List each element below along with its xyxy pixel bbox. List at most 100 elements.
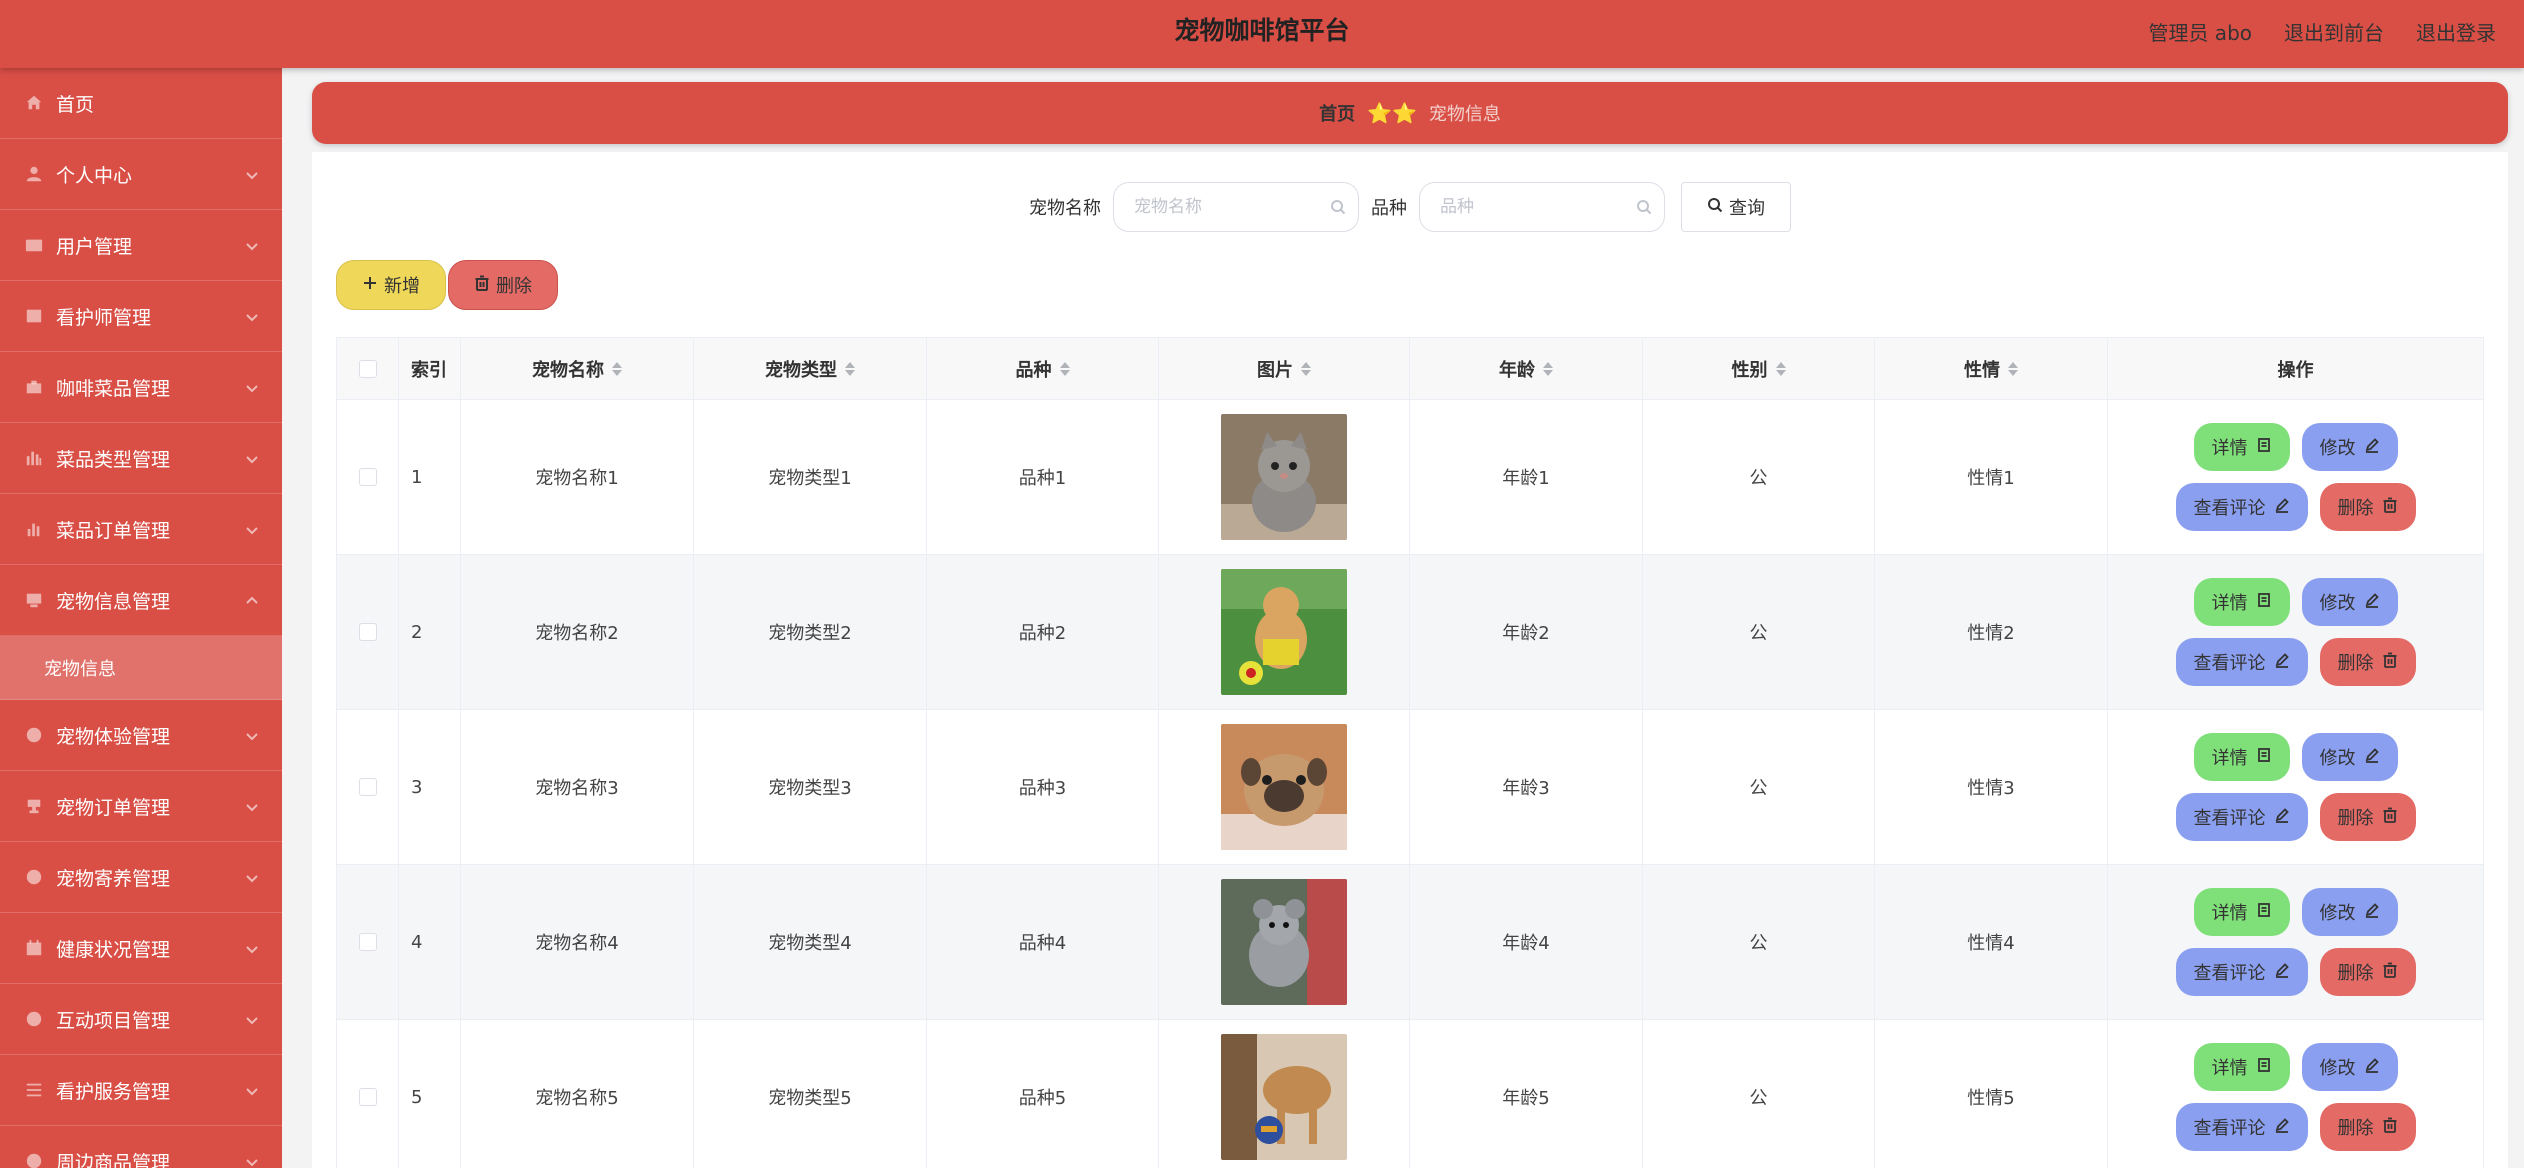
sort-icon[interactable] bbox=[1059, 361, 1070, 376]
edit-icon bbox=[2274, 652, 2290, 673]
delete-row-button[interactable]: 删除 bbox=[2319, 483, 2416, 531]
row-checkbox[interactable] bbox=[358, 1088, 377, 1106]
sidebar-item-9[interactable]: 宠物订单管理 bbox=[0, 771, 282, 842]
breadcrumb-separator-stars: ⭐⭐ bbox=[1367, 101, 1417, 125]
row-actions-line: 查看评论 删除 bbox=[2175, 793, 2416, 841]
header-name-label: 宠物名称 bbox=[532, 359, 604, 381]
select-all-checkbox[interactable] bbox=[358, 359, 377, 378]
pet-photo[interactable] bbox=[1221, 1034, 1347, 1160]
header-type[interactable]: 宠物类型 bbox=[694, 338, 927, 399]
sort-icon[interactable] bbox=[845, 361, 855, 376]
cell-breed-value: 品种2 bbox=[1018, 623, 1067, 644]
detail-button[interactable]: 详情 bbox=[2193, 578, 2290, 626]
header-image[interactable]: 图片 bbox=[1159, 338, 1410, 399]
query-button[interactable]: 查询 bbox=[1681, 182, 1791, 232]
chevron-down-icon bbox=[244, 869, 260, 885]
detail-button[interactable]: 详情 bbox=[2193, 888, 2290, 936]
sidebar-item-12[interactable]: 互动项目管理 bbox=[0, 984, 282, 1055]
sort-icon[interactable] bbox=[1775, 361, 1786, 376]
sidebar-item-0[interactable]: 首页 bbox=[0, 68, 282, 139]
view-reviews-button[interactable]: 查看评论 bbox=[2175, 483, 2308, 531]
detail-button[interactable]: 详情 bbox=[2193, 423, 2290, 471]
sidebar-subitem-pet-info[interactable]: 宠物信息 bbox=[0, 636, 282, 700]
cell-breed-value: 品种3 bbox=[1018, 778, 1067, 799]
admin-user-label[interactable]: 管理员 abo bbox=[2148, 17, 2252, 46]
cell-image bbox=[1159, 710, 1410, 864]
table-row: 4 宠物名称4 宠物类型4 品种4 年龄4 公 性情4 详情 修改 查看评论 删除 bbox=[337, 865, 2483, 1020]
header-breed[interactable]: 品种 bbox=[927, 338, 1159, 399]
view-reviews-button-label: 查看评论 bbox=[2193, 808, 2266, 829]
edit-button[interactable]: 修改 bbox=[2301, 888, 2398, 936]
sidebar-item-11[interactable]: 健康状况管理 bbox=[0, 913, 282, 984]
cup-icon bbox=[24, 796, 44, 816]
edit-icon bbox=[2274, 497, 2290, 518]
add-button[interactable]: 新增 bbox=[336, 260, 446, 310]
pet-photo[interactable] bbox=[1221, 414, 1347, 540]
edit-button[interactable]: 修改 bbox=[2301, 578, 2398, 626]
sidebar-item-1[interactable]: 个人中心 bbox=[0, 139, 282, 210]
row-checkbox[interactable] bbox=[358, 778, 377, 796]
edit-button[interactable]: 修改 bbox=[2301, 1043, 2398, 1091]
cell-ops: 详情 修改查看评论 删除 bbox=[2108, 865, 2483, 1019]
view-reviews-button-label: 查看评论 bbox=[2193, 1118, 2266, 1139]
header-name[interactable]: 宠物名称 bbox=[461, 338, 694, 399]
view-reviews-button[interactable]: 查看评论 bbox=[2175, 793, 2308, 841]
view-reviews-button-label: 查看评论 bbox=[2193, 963, 2266, 984]
sidebar-item-7[interactable]: 宠物信息管理 bbox=[0, 565, 282, 636]
sidebar-item-6[interactable]: 菜品订单管理 bbox=[0, 494, 282, 565]
cell-breed: 品种4 bbox=[927, 865, 1159, 1019]
pet-photo[interactable] bbox=[1221, 724, 1347, 850]
document-icon bbox=[2256, 1057, 2272, 1078]
cell-ops: 详情 修改查看评论 删除 bbox=[2108, 1020, 2483, 1168]
pet-photo[interactable] bbox=[1221, 569, 1347, 695]
delete-row-button[interactable]: 删除 bbox=[2319, 1103, 2416, 1151]
cell-index: 1 bbox=[399, 400, 461, 554]
view-reviews-button[interactable]: 查看评论 bbox=[2175, 638, 2308, 686]
view-reviews-button[interactable]: 查看评论 bbox=[2175, 1103, 2308, 1151]
cell-age-value: 年龄4 bbox=[1502, 933, 1550, 954]
breed-input[interactable] bbox=[1420, 183, 1664, 231]
sidebar-item-3[interactable]: 看护师管理 bbox=[0, 281, 282, 352]
delete-row-button[interactable]: 删除 bbox=[2319, 638, 2416, 686]
cell-age: 年龄3 bbox=[1410, 710, 1643, 864]
pet-photo[interactable] bbox=[1221, 879, 1347, 1005]
row-checkbox[interactable] bbox=[358, 468, 377, 486]
header-temper[interactable]: 性情 bbox=[1875, 338, 2108, 399]
edit-icon bbox=[2274, 1117, 2290, 1138]
sidebar-item-10[interactable]: 宠物寄养管理 bbox=[0, 842, 282, 913]
header-breed-label: 品种 bbox=[1015, 359, 1052, 381]
clock-icon bbox=[24, 1009, 44, 1029]
header-age[interactable]: 年龄 bbox=[1410, 338, 1643, 399]
row-checkbox[interactable] bbox=[358, 623, 377, 641]
sort-icon[interactable] bbox=[1543, 361, 1553, 376]
sidebar-item-13[interactable]: 看护服务管理 bbox=[0, 1055, 282, 1126]
logout-link[interactable]: 退出登录 bbox=[2416, 17, 2496, 46]
sort-icon[interactable] bbox=[612, 361, 622, 376]
sidebar-item-14[interactable]: 周边商品管理 bbox=[0, 1126, 282, 1168]
batch-delete-button[interactable]: 删除 bbox=[448, 260, 558, 310]
row-check-cell bbox=[337, 1020, 399, 1168]
sidebar-item-8[interactable]: 宠物体验管理 bbox=[0, 700, 282, 771]
edit-button[interactable]: 修改 bbox=[2301, 733, 2398, 781]
sort-icon[interactable] bbox=[2008, 361, 2018, 376]
edit-icon bbox=[2364, 902, 2380, 923]
view-reviews-button[interactable]: 查看评论 bbox=[2175, 948, 2308, 996]
cell-temper-value: 性情3 bbox=[1967, 778, 2015, 799]
row-checkbox[interactable] bbox=[358, 933, 377, 951]
breadcrumb-home[interactable]: 首页 bbox=[1319, 100, 1355, 126]
sidebar-item-2[interactable]: 用户管理 bbox=[0, 210, 282, 281]
sidebar-item-4[interactable]: 咖啡菜品管理 bbox=[0, 352, 282, 423]
exit-to-front-link[interactable]: 退出到前台 bbox=[2284, 17, 2384, 46]
header-actions: 管理员 abo 退出到前台 退出登录 bbox=[2148, 0, 2496, 62]
trash-icon bbox=[2382, 1117, 2398, 1138]
trash-icon bbox=[2382, 497, 2398, 518]
pet-name-input[interactable] bbox=[1114, 183, 1358, 231]
sidebar-item-5[interactable]: 菜品类型管理 bbox=[0, 423, 282, 494]
delete-row-button[interactable]: 删除 bbox=[2319, 948, 2416, 996]
edit-button[interactable]: 修改 bbox=[2301, 423, 2398, 471]
detail-button[interactable]: 详情 bbox=[2193, 733, 2290, 781]
header-sex[interactable]: 性别 bbox=[1643, 338, 1875, 399]
delete-row-button[interactable]: 删除 bbox=[2319, 793, 2416, 841]
sort-icon[interactable] bbox=[1301, 361, 1311, 376]
detail-button[interactable]: 详情 bbox=[2193, 1043, 2290, 1091]
